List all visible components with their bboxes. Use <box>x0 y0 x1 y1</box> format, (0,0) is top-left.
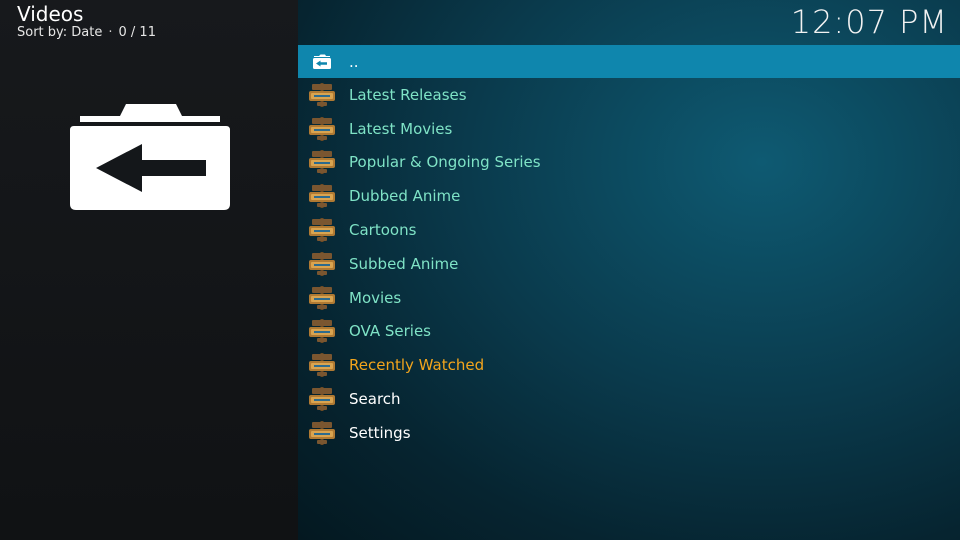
addon-wooden-sign-icon <box>308 285 336 311</box>
list-item-label: Popular & Ongoing Series <box>349 153 541 172</box>
list-item-label: Settings <box>349 423 411 442</box>
list-item-label: Recently Watched <box>349 356 485 375</box>
list-item-label: Subbed Anime <box>349 254 459 273</box>
list-item-label: Latest Releases <box>349 85 467 104</box>
list-item-subbed-anime[interactable]: Subbed Anime <box>298 247 960 281</box>
addon-wooden-sign-icon <box>308 183 336 209</box>
list-item-dubbed-anime[interactable]: Dubbed Anime <box>298 179 960 213</box>
info-panel: Videos Sort by: Date · 0 / 11 <box>0 0 298 540</box>
page-title: Videos <box>17 2 84 26</box>
list-item-ova-series[interactable]: OVA Series <box>298 315 960 349</box>
list-item-movies[interactable]: Movies <box>298 281 960 315</box>
addon-wooden-sign-icon <box>308 251 336 277</box>
clock: 12:07 PM <box>790 3 948 41</box>
addon-wooden-sign-icon <box>308 149 336 175</box>
list-item-latest-releases[interactable]: Latest Releases <box>298 78 960 112</box>
addon-wooden-sign-icon <box>308 318 336 344</box>
addon-wooden-sign-icon <box>308 217 336 243</box>
addon-wooden-sign-icon <box>308 386 336 412</box>
addon-wooden-sign-icon <box>308 82 336 108</box>
folder-back-icon <box>308 49 336 75</box>
list-item-label: Latest Movies <box>349 119 453 138</box>
list-item-label: .. <box>349 52 359 71</box>
addon-wooden-sign-icon <box>308 116 336 142</box>
list-item-latest-movies[interactable]: Latest Movies <box>298 112 960 146</box>
addon-wooden-sign-icon <box>308 420 336 446</box>
list-item-parent-folder[interactable]: .. <box>298 45 960 78</box>
list-item-settings[interactable]: Settings <box>298 416 960 450</box>
sort-info: Sort by: Date · 0 / 11 <box>17 25 156 41</box>
list-item-popular-ongoing-series[interactable]: Popular & Ongoing Series <box>298 146 960 180</box>
folder-back-icon <box>70 104 230 210</box>
list-item-cartoons[interactable]: Cartoons <box>298 213 960 247</box>
list-item-search[interactable]: Search <box>298 382 960 416</box>
list-item-label: Cartoons <box>349 221 417 240</box>
list-item-recently-watched[interactable]: Recently Watched <box>298 348 960 382</box>
list-item-label: OVA Series <box>349 322 432 341</box>
item-position: 0 / 11 <box>118 25 156 40</box>
separator: · <box>108 25 113 40</box>
list-item-label: Dubbed Anime <box>349 187 461 206</box>
addon-wooden-sign-icon <box>308 352 336 378</box>
sort-label: Sort by: Date <box>17 25 103 40</box>
list-item-label: Search <box>349 390 401 409</box>
list-item-label: Movies <box>349 288 402 307</box>
kodi-videos-screen: Videos Sort by: Date · 0 / 11 12:07 PM .… <box>0 0 960 540</box>
media-list: .. Latest Releases Latest Movies Popular… <box>298 45 960 450</box>
